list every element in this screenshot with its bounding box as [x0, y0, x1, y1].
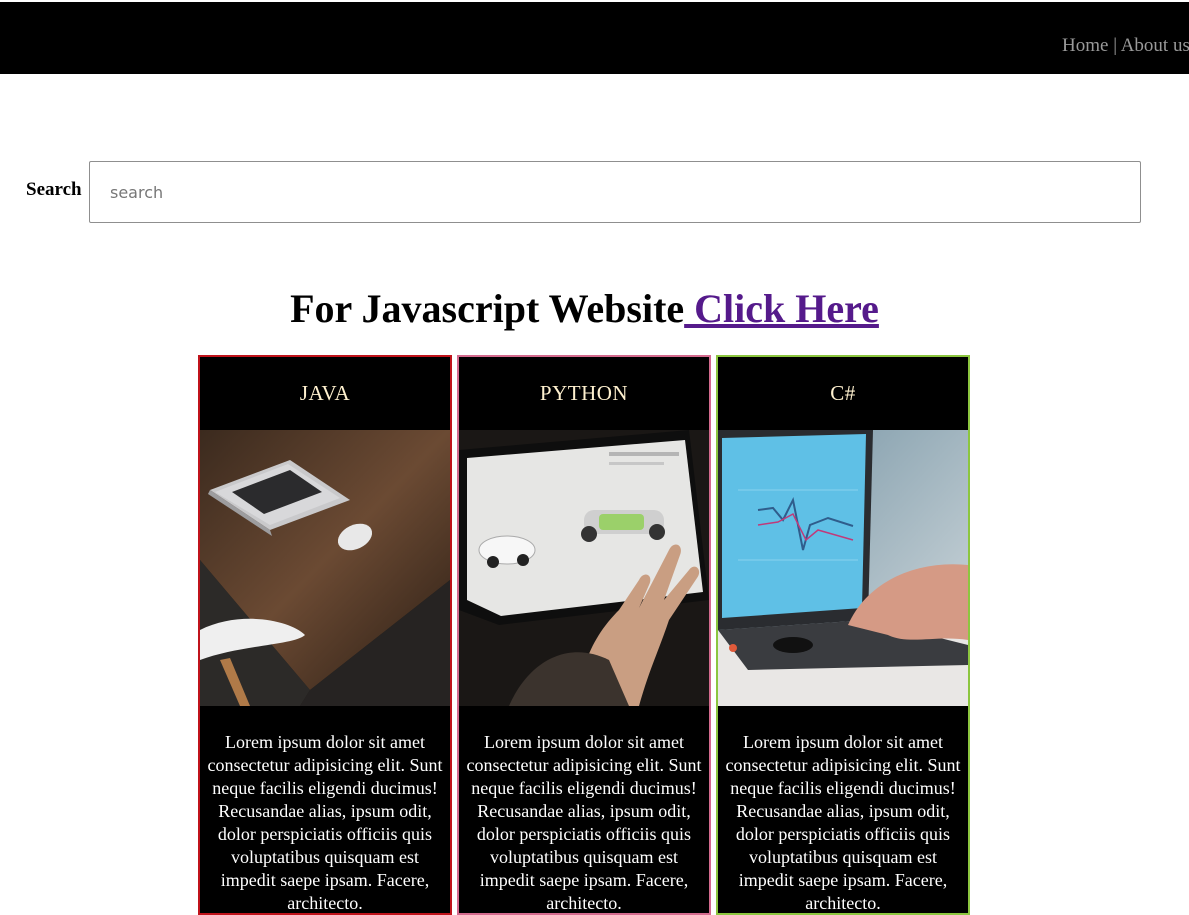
card-csharp[interactable]: C# Lorem ipsum dolor sit amet consectetu…: [716, 355, 970, 915]
card-description: Lorem ipsum dolor sit amet consectetur a…: [725, 732, 961, 913]
card-description: Lorem ipsum dolor sit amet consectetur a…: [466, 732, 702, 913]
nav-about-link[interactable]: About us: [1121, 35, 1189, 56]
nav-separator: |: [1113, 35, 1117, 56]
card-description: Lorem ipsum dolor sit amet consectetur a…: [207, 732, 443, 913]
search-label: Search: [26, 179, 82, 200]
card-python[interactable]: PYTHON Lorem ipsum dolor sit amet consec…: [457, 355, 711, 915]
laptop-chart-image: [718, 430, 968, 706]
page-headline: For Javascript Website Click Here: [0, 285, 1169, 332]
card-title: JAVA: [299, 381, 351, 405]
top-nav-bar: Home | About us: [0, 2, 1189, 74]
card-java[interactable]: JAVA Lorem ipsum dolor sit amet consecte…: [198, 355, 452, 915]
laptop-on-desk-image: [200, 430, 450, 706]
nav-links: Home | About us: [1062, 35, 1189, 57]
tablet-car-image: [459, 430, 709, 706]
click-here-link[interactable]: Click Here: [684, 286, 879, 331]
card-title: C#: [830, 381, 856, 405]
headline-text: For Javascript Website: [290, 286, 685, 331]
search-input[interactable]: [89, 161, 1141, 223]
nav-home-link[interactable]: Home: [1062, 35, 1108, 56]
card-title: PYTHON: [539, 381, 629, 405]
